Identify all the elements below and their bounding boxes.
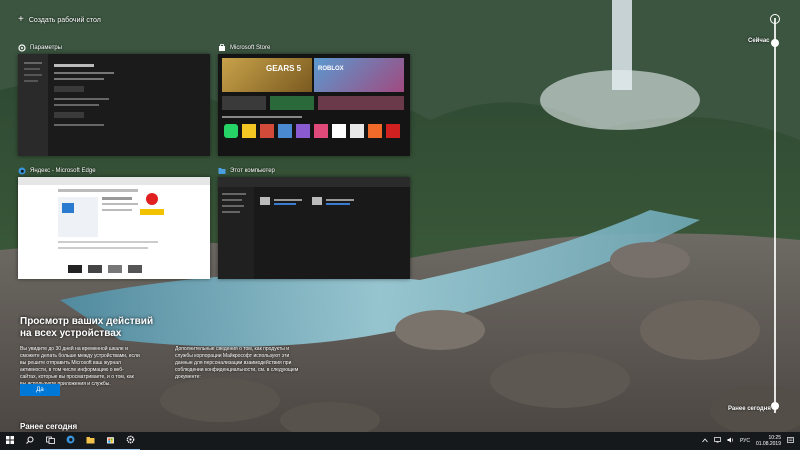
- task-view-icon: [45, 436, 55, 446]
- timeline-now-marker[interactable]: [771, 39, 779, 47]
- window-title: Этот компьютер: [230, 168, 275, 174]
- plus-icon: +: [18, 14, 24, 25]
- taskbar-store-button[interactable]: [100, 432, 120, 450]
- taskbar-explorer-button[interactable]: [80, 432, 100, 450]
- store-icon: [218, 44, 226, 52]
- window-title: Параметры: [30, 45, 62, 51]
- network-icon[interactable]: [714, 437, 721, 445]
- timeline-promo: Просмотр ваших действий на всех устройст…: [20, 316, 400, 388]
- taskbar: РУС 10:25 01.08.2019: [0, 432, 800, 450]
- store-icon: [106, 435, 115, 446]
- window-title: Microsoft Store: [230, 45, 271, 51]
- edge-icon: [66, 435, 75, 446]
- clock[interactable]: 10:25 01.08.2019: [756, 435, 781, 447]
- window-thumbnail: [218, 177, 410, 279]
- window-settings[interactable]: Параметры: [18, 42, 210, 156]
- new-desktop-button[interactable]: + Создать рабочий стол: [18, 14, 101, 25]
- search-button[interactable]: [20, 432, 40, 450]
- system-tray: РУС 10:25 01.08.2019: [702, 432, 800, 450]
- timeline-earlier-marker[interactable]: [771, 402, 779, 410]
- window-thumbnail: [18, 54, 210, 156]
- settings-icon: [126, 435, 135, 446]
- store-hero-roblox: ROBLOX: [318, 66, 344, 72]
- store-hero-gears: GEARS 5: [266, 64, 302, 73]
- window-header: Параметры: [18, 42, 210, 54]
- timeline-scrollbar[interactable]: [774, 18, 776, 413]
- section-earlier-today: Ранее сегодня: [20, 422, 78, 431]
- task-view-button[interactable]: [40, 432, 60, 450]
- chevron-up-icon[interactable]: [702, 437, 708, 445]
- start-icon: [6, 436, 14, 446]
- clock-date: 01.08.2019: [755, 441, 781, 447]
- new-desktop-label: Создать рабочий стол: [28, 16, 101, 24]
- window-thumbnail: [18, 177, 210, 279]
- timeline-earlier-label[interactable]: Ранее сегодня: [728, 406, 771, 412]
- start-button[interactable]: [0, 432, 20, 450]
- window-this-pc[interactable]: Этот компьютер: [218, 165, 410, 279]
- explorer-icon: [86, 436, 95, 446]
- promo-text-left: Вы увидите до 30 дней на временной шкале…: [20, 346, 140, 387]
- volume-icon[interactable]: [727, 437, 734, 445]
- taskbar-edge-button[interactable]: [60, 432, 80, 450]
- gear-icon: [18, 44, 26, 52]
- window-microsoft-store[interactable]: Microsoft Store GEARS 5 ROBLOX: [218, 42, 410, 156]
- window-title: Яндекс - Microsoft Edge: [30, 168, 96, 174]
- promo-yes-button[interactable]: Да: [20, 384, 60, 396]
- window-header: Этот компьютер: [218, 165, 410, 177]
- taskbar-settings-button[interactable]: [120, 432, 140, 450]
- language-indicator[interactable]: РУС: [740, 438, 750, 444]
- notifications-icon[interactable]: [787, 436, 794, 446]
- folder-icon: [218, 167, 226, 175]
- search-icon: [26, 436, 34, 446]
- promo-text-right: Дополнительные сведения о том, как проду…: [175, 346, 299, 380]
- timeline-now-label[interactable]: Сейчас: [748, 38, 770, 44]
- window-header: Microsoft Store: [218, 42, 410, 54]
- window-header: Яндекс - Microsoft Edge: [18, 165, 210, 177]
- edge-icon: [18, 167, 26, 175]
- window-edge[interactable]: Яндекс - Microsoft Edge: [18, 165, 210, 279]
- promo-title: Просмотр ваших действий на всех устройст…: [20, 316, 154, 339]
- window-thumbnail: GEARS 5 ROBLOX: [218, 54, 410, 156]
